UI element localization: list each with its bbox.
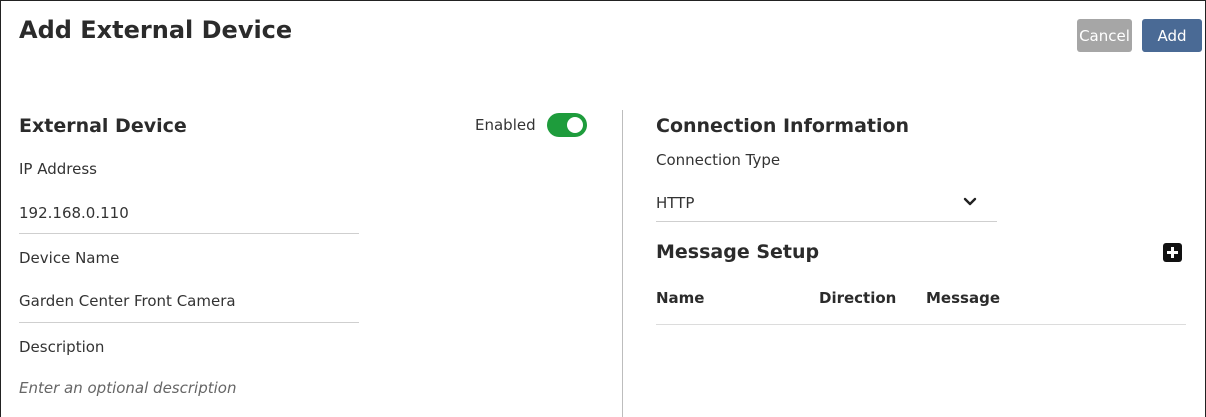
connection-type-label: Connection Type (656, 151, 781, 169)
enabled-label: Enabled (475, 116, 536, 134)
column-divider (622, 110, 623, 417)
description-input[interactable]: Enter an optional description (19, 379, 236, 397)
add-message-button[interactable] (1163, 243, 1182, 262)
connection-type-select[interactable]: HTTP (656, 188, 997, 222)
ip-address-underline (19, 233, 359, 234)
column-header-direction[interactable]: Direction (819, 289, 896, 307)
ip-address-input[interactable]: 192.168.0.110 (19, 204, 129, 222)
description-label: Description (19, 338, 105, 356)
add-button[interactable]: Add (1142, 19, 1202, 52)
device-name-label: Device Name (19, 249, 120, 267)
enabled-toggle[interactable] (547, 113, 587, 137)
cancel-button[interactable]: Cancel (1077, 19, 1132, 52)
table-header-divider (656, 324, 1186, 325)
external-device-heading: External Device (19, 115, 187, 137)
page-title: Add External Device (19, 16, 293, 44)
device-name-underline (19, 322, 359, 323)
chevron-down-icon (963, 197, 977, 206)
connection-information-heading: Connection Information (656, 115, 910, 137)
message-setup-heading: Message Setup (656, 241, 820, 263)
plus-square-icon (1167, 247, 1178, 258)
dialog-frame (0, 0, 1206, 417)
column-header-name[interactable]: Name (656, 289, 704, 307)
device-name-input[interactable]: Garden Center Front Camera (19, 292, 236, 310)
column-header-message[interactable]: Message (926, 289, 1000, 307)
connection-type-value: HTTP (656, 194, 695, 212)
toggle-knob (567, 117, 583, 133)
ip-address-label: IP Address (19, 160, 97, 178)
